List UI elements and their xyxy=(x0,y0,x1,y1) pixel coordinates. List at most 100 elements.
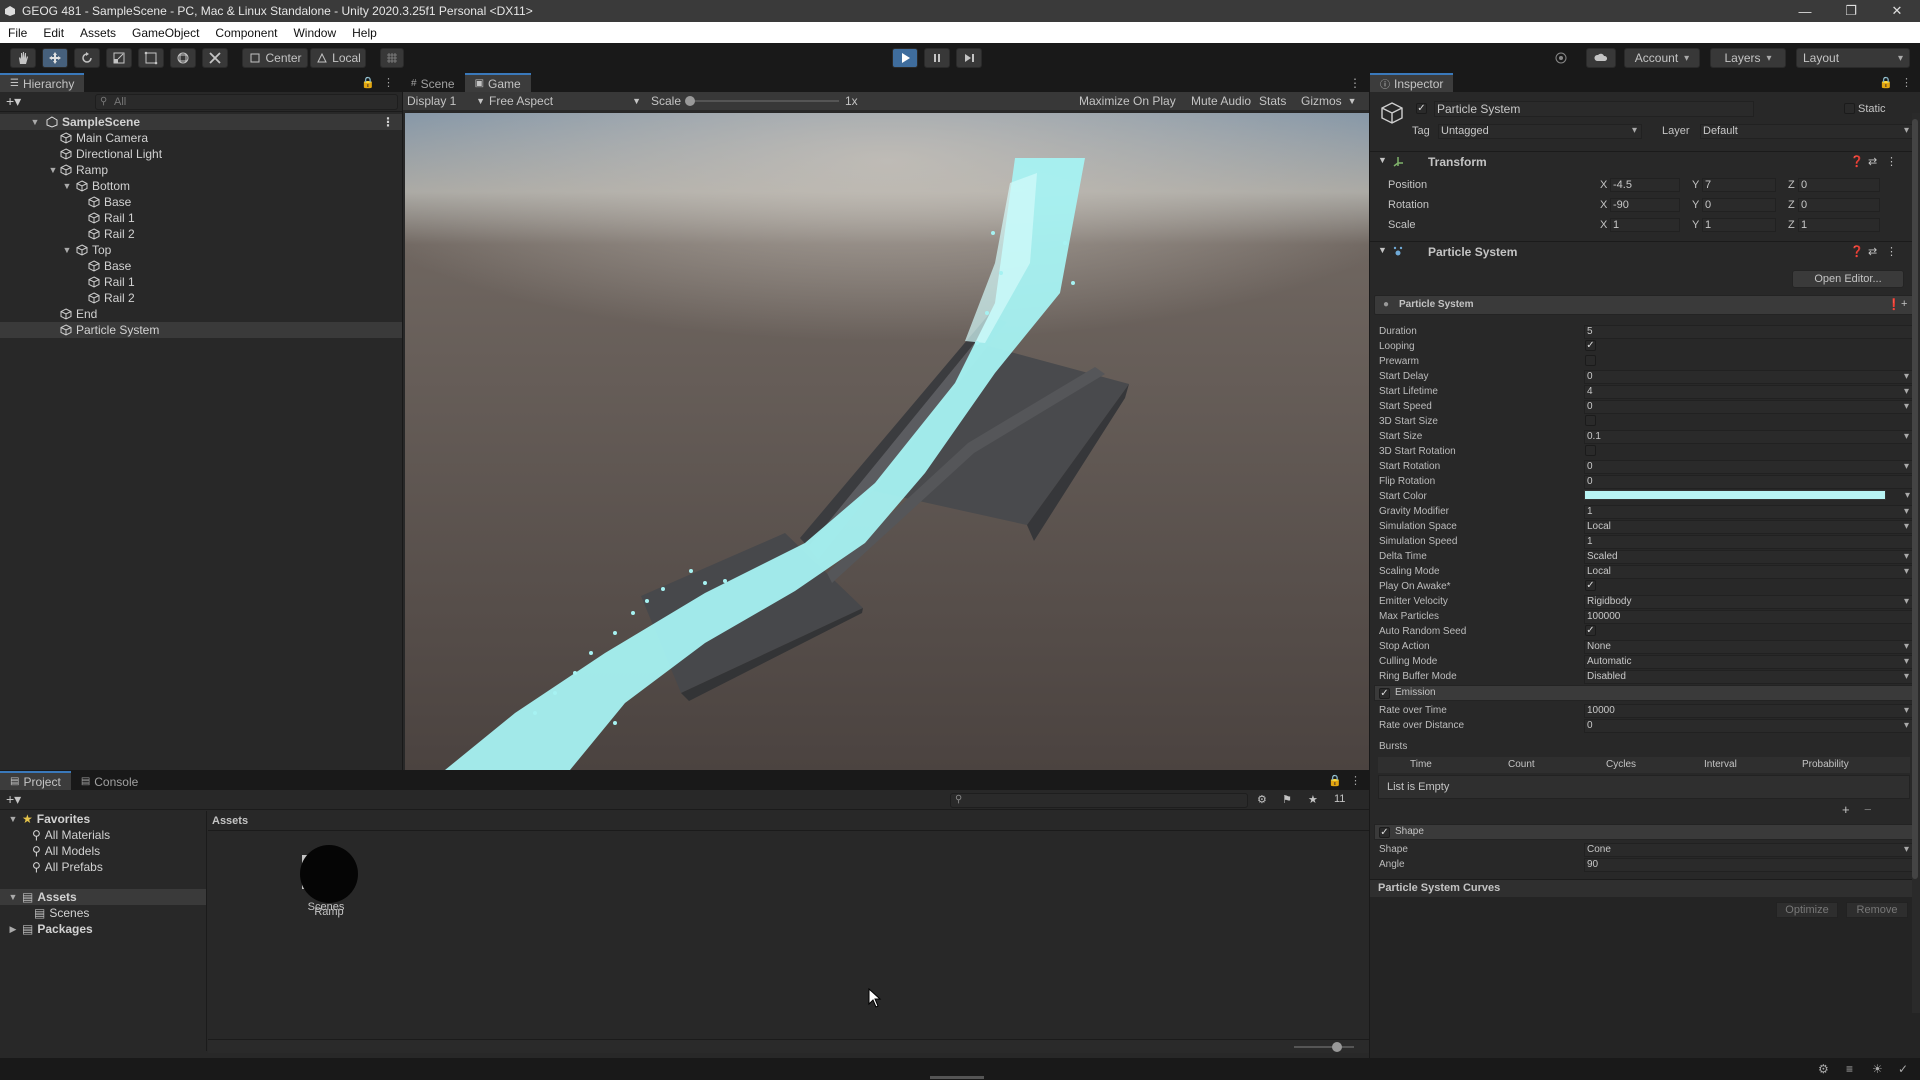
expand-arrow-icon[interactable]: ▼ xyxy=(62,245,72,255)
scene-menu-icon[interactable]: ⋮ xyxy=(382,115,394,129)
hand-tool-button[interactable] xyxy=(10,48,36,68)
start-color-swatch[interactable] xyxy=(1584,490,1886,500)
scale-y-field[interactable]: 1 xyxy=(1702,218,1776,232)
auto-random-seed-checkbox[interactable]: ✓ xyxy=(1585,625,1596,636)
expand-arrow-icon[interactable]: ▼ xyxy=(30,117,40,127)
favorites-row[interactable]: ▼ ★ Favorites xyxy=(0,811,206,827)
flip-rotation-field[interactable]: 0 xyxy=(1584,475,1914,489)
aspect-dropdown[interactable]: Free Aspect ▼ xyxy=(489,92,641,110)
emitter-velocity-dropdown[interactable]: Rigidbody xyxy=(1584,595,1914,609)
view-more-options-icon[interactable]: ⋮ xyxy=(1349,76,1361,90)
object-name-field[interactable]: Particle System xyxy=(1434,101,1754,117)
step-button[interactable] xyxy=(956,48,982,68)
project-search-input[interactable]: ⚲ xyxy=(950,793,1248,808)
grid-snap-button[interactable] xyxy=(380,48,404,68)
hierarchy-item[interactable]: Rail 1 xyxy=(0,274,402,290)
max-particles-field[interactable]: 100000 xyxy=(1584,610,1914,624)
hierarchy-search-input[interactable]: ⚲ All xyxy=(95,94,398,110)
favorites-item[interactable]: ⚲ All Materials xyxy=(0,827,206,843)
play-on-awake-checkbox[interactable]: ✓ xyxy=(1585,580,1596,591)
rotation-z-field[interactable]: 0 xyxy=(1798,198,1880,212)
cloud-button[interactable] xyxy=(1586,48,1616,68)
favorites-item[interactable]: ⚲ All Models xyxy=(0,843,206,859)
menu-help[interactable]: Help xyxy=(344,26,385,40)
hierarchy-item[interactable]: End xyxy=(0,306,402,322)
tab-project[interactable]: ▤ Project xyxy=(0,771,71,790)
simulation-speed-field[interactable]: 1 xyxy=(1584,535,1914,549)
minimize-button[interactable]: — xyxy=(1782,0,1828,22)
start-size-field[interactable]: 0.1 xyxy=(1584,430,1914,444)
start-delay-field[interactable]: 0 xyxy=(1584,370,1914,384)
close-button[interactable]: ✕ xyxy=(1874,0,1920,22)
rotate-tool-button[interactable] xyxy=(74,48,100,68)
rotation-x-field[interactable]: -90 xyxy=(1610,198,1680,212)
debug-icon[interactable]: ⚙ xyxy=(1818,1062,1829,1076)
curves-editor[interactable]: Optimize Remove xyxy=(1370,897,1920,1080)
create-plus-icon[interactable]: +▾ xyxy=(6,93,21,110)
icon-size-slider-handle[interactable] xyxy=(1332,1042,1342,1052)
shape-module-header[interactable]: ✓ Shape xyxy=(1374,824,1916,840)
help-icon[interactable]: ❓ xyxy=(1850,155,1864,168)
menu-gameobject[interactable]: GameObject xyxy=(124,26,207,40)
pause-button[interactable] xyxy=(924,48,950,68)
optimize-button[interactable]: Optimize xyxy=(1776,902,1838,918)
menu-window[interactable]: Window xyxy=(285,26,344,40)
hierarchy-item[interactable]: Directional Light xyxy=(0,146,402,162)
hierarchy-item[interactable]: Rail 2 xyxy=(0,226,402,242)
main-module-header[interactable]: ● Particle System ❗ + xyxy=(1374,295,1916,315)
transform-tool-button[interactable] xyxy=(170,48,196,68)
move-tool-button[interactable] xyxy=(42,48,68,68)
scale-x-field[interactable]: 1 xyxy=(1610,218,1680,232)
pivot-center-toggle[interactable]: Center xyxy=(242,48,308,68)
scaling-mode-dropdown[interactable]: Local xyxy=(1584,565,1914,579)
icon-size-slider[interactable] xyxy=(1294,1042,1354,1052)
looping-checkbox[interactable]: ✓ xyxy=(1585,340,1596,351)
simulation-space-dropdown[interactable]: Local xyxy=(1584,520,1914,534)
packages-folder-row[interactable]: ▶ ▤ Packages xyxy=(0,921,206,937)
collab-button[interactable] xyxy=(1548,48,1574,68)
layer-dropdown[interactable]: Default xyxy=(1700,124,1914,139)
ring-buffer-mode-dropdown[interactable]: Disabled xyxy=(1584,670,1914,684)
rotation-y-field[interactable]: 0 xyxy=(1702,198,1776,212)
delta-time-dropdown[interactable]: Scaled xyxy=(1584,550,1914,564)
hierarchy-item[interactable]: Rail 1 xyxy=(0,210,402,226)
scale-slider-handle[interactable] xyxy=(685,96,695,106)
hierarchy-item[interactable]: Base xyxy=(0,258,402,274)
create-plus-icon[interactable]: +▾ xyxy=(6,791,21,808)
game-render-viewport[interactable] xyxy=(405,113,1369,770)
particle-system-component-header[interactable]: ▼ Particle System ❓ ⇄ ⋮ xyxy=(1370,241,1920,261)
layers-dropdown[interactable]: Layers xyxy=(1710,48,1786,68)
tab-game[interactable]: ▣ Game xyxy=(464,73,531,92)
shape-dropdown[interactable]: Cone xyxy=(1584,843,1914,857)
hierarchy-item[interactable]: ▼ Top xyxy=(0,242,402,258)
shape-enabled-checkbox[interactable]: ✓ xyxy=(1379,827,1390,838)
pivot-space-toggle[interactable]: Local xyxy=(310,48,366,68)
tab-hierarchy[interactable]: ☰ Hierarchy xyxy=(0,73,85,92)
hidden-count-badge[interactable]: 11 xyxy=(1334,793,1345,805)
layout-dropdown[interactable]: Layout xyxy=(1796,48,1910,68)
tab-scene[interactable]: # Scene xyxy=(403,73,465,92)
angle-field[interactable]: 90 xyxy=(1584,858,1914,872)
emission-module-header[interactable]: ✓ Emission xyxy=(1374,685,1916,701)
expand-arrow-icon[interactable]: ▼ xyxy=(48,165,58,175)
menu-assets[interactable]: Assets xyxy=(72,26,124,40)
emission-enabled-checkbox[interactable]: ✓ xyxy=(1379,688,1390,699)
add-module-icon[interactable]: + xyxy=(1901,298,1907,310)
expand-arrow-icon[interactable]: ▼ xyxy=(1378,155,1387,165)
custom-tool-button[interactable] xyxy=(202,48,228,68)
curves-header[interactable]: Particle System Curves ⋮ xyxy=(1370,879,1920,897)
inspector-scrollbar-thumb[interactable] xyxy=(1912,119,1918,879)
hierarchy-item[interactable]: Main Camera xyxy=(0,130,402,146)
account-dropdown[interactable]: Account xyxy=(1624,48,1700,68)
active-checkbox[interactable]: ✓ xyxy=(1416,103,1427,114)
tag-dropdown[interactable]: Untagged xyxy=(1438,124,1642,139)
more-options-icon[interactable]: ⋮ xyxy=(1901,76,1912,89)
expand-arrow-icon[interactable]: ▼ xyxy=(8,814,18,824)
static-checkbox[interactable] xyxy=(1844,103,1855,114)
rate-over-distance-field[interactable]: 0 xyxy=(1584,719,1914,733)
component-menu-icon[interactable]: ⋮ xyxy=(1886,245,1897,258)
rate-over-time-field[interactable]: 10000 xyxy=(1584,704,1914,718)
tab-console[interactable]: ▤ Console xyxy=(70,771,149,790)
auto-generate-lighting-icon[interactable]: ☀ xyxy=(1872,1062,1883,1076)
remove-button[interactable]: Remove xyxy=(1846,902,1908,918)
